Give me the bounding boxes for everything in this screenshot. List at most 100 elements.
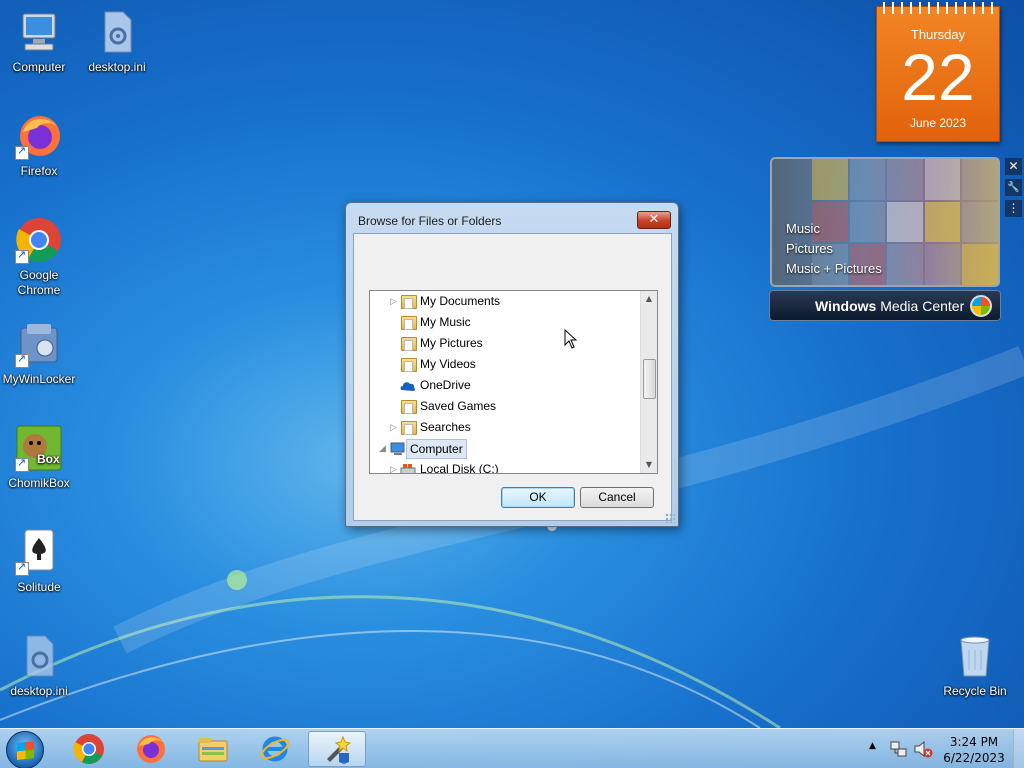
calendar-day: 22 xyxy=(901,40,975,114)
firefox-icon xyxy=(15,112,63,160)
shortcut-arrow-icon xyxy=(15,352,29,368)
folder-tree[interactable]: ▷ My Documents My Music My Pictures My V… xyxy=(369,290,658,474)
tree-item-my-music[interactable]: My Music xyxy=(370,312,640,333)
desktop-icon-label: Firefox xyxy=(20,164,58,178)
taskbar-installer-wizard-button[interactable] xyxy=(308,731,366,767)
chrome-icon xyxy=(15,216,63,264)
tree-scrollbar[interactable]: ▲ ▼ xyxy=(640,291,657,473)
media-menu-music[interactable]: Music xyxy=(786,219,882,239)
explorer-icon xyxy=(198,738,228,762)
desktop-icon-label: Computer xyxy=(12,60,66,74)
internet-explorer-icon xyxy=(260,736,290,762)
clock-date: 6/22/2023 xyxy=(943,751,1005,765)
chomikbox-icon: Box xyxy=(15,424,63,472)
calendar-rings xyxy=(883,2,993,14)
search-folder-icon xyxy=(401,421,417,435)
dialog-title: Browse for Files or Folders xyxy=(358,214,502,228)
firefox-icon xyxy=(137,735,165,763)
desktop-icon-label: Recycle Bin xyxy=(943,684,1007,698)
tree-item-local-disk-c[interactable]: ▷ Local Disk (C:) xyxy=(370,459,640,473)
tree-item-computer[interactable]: ◢ Computer xyxy=(370,438,640,459)
dialog-close-button[interactable]: ✕ xyxy=(637,211,671,229)
expand-arrow-icon[interactable]: ▷ xyxy=(390,459,400,473)
tree-item-my-pictures[interactable]: My Pictures xyxy=(370,333,640,354)
chrome-icon xyxy=(73,734,104,764)
expand-arrow-icon[interactable]: ▷ xyxy=(390,291,400,312)
folder-icon xyxy=(401,337,417,351)
tree-item-onedrive[interactable]: OneDrive xyxy=(370,375,640,396)
tree-item-saved-games[interactable]: Saved Games xyxy=(370,396,640,417)
dialog-client-area: ▷ My Documents My Music My Pictures My V… xyxy=(353,233,672,521)
shortcut-arrow-icon xyxy=(15,456,29,472)
taskbar-chrome-button[interactable] xyxy=(60,731,118,767)
drive-icon xyxy=(400,464,416,473)
media-center-gadget[interactable]: Music Pictures Music + Pictures xyxy=(770,157,1000,287)
ok-button[interactable]: OK xyxy=(501,487,575,508)
desktop-icon-label: Google Chrome xyxy=(17,268,61,297)
shortcut-arrow-icon xyxy=(15,144,29,160)
resize-grip-icon[interactable] xyxy=(665,513,675,523)
settings-file-icon xyxy=(15,632,63,680)
recycle-bin-icon xyxy=(951,632,999,680)
desktop-icon-label: desktop.ini xyxy=(88,60,146,74)
taskbar-explorer-button[interactable] xyxy=(184,731,242,767)
desktop-icon-mywinlocker[interactable]: MyWinLocker xyxy=(0,320,78,387)
desktop-icon-label: MyWinLocker xyxy=(2,372,76,386)
onedrive-icon xyxy=(400,382,416,391)
gadget-options-icon[interactable]: 🔧 xyxy=(1005,179,1022,196)
tree-item-my-documents[interactable]: ▷ My Documents xyxy=(370,291,640,312)
cancel-button[interactable]: Cancel xyxy=(580,487,654,508)
media-center-brand: Windows xyxy=(815,297,877,314)
taskbar-internet-explorer-button[interactable] xyxy=(246,731,304,767)
clock-time: 3:24 PM xyxy=(949,735,999,749)
tray-overflow-chevron[interactable]: ▲ xyxy=(869,741,876,751)
desktop-icon-google-chrome[interactable]: Google Chrome xyxy=(0,216,78,298)
folder-icon xyxy=(401,295,417,309)
show-desktop-button[interactable] xyxy=(1013,729,1024,768)
computer-icon xyxy=(390,442,405,455)
network-icon[interactable] xyxy=(890,740,908,758)
solitaire-icon xyxy=(15,528,63,576)
tray-clock[interactable]: 3:24 PM 6/22/2023 xyxy=(940,734,1008,766)
saved-games-folder-icon xyxy=(401,400,417,414)
desktop-icon-computer[interactable]: Computer xyxy=(0,8,78,75)
desktop-icon-recycle-bin[interactable]: Recycle Bin xyxy=(936,632,1014,699)
shortcut-arrow-icon xyxy=(15,560,29,576)
gadget-close-icon[interactable]: ✕ xyxy=(1005,158,1022,175)
windows-logo-icon xyxy=(970,295,992,317)
desktop-icon-chomikbox[interactable]: Box ChomikBox xyxy=(0,424,78,491)
computer-icon xyxy=(15,8,63,56)
desktop-icon-firefox[interactable]: Firefox xyxy=(0,112,78,179)
windows-logo-icon xyxy=(17,741,34,760)
media-menu-music-pictures[interactable]: Music + Pictures xyxy=(786,259,882,279)
taskbar: ▲ 3:24 PM 6/22/2023 xyxy=(0,728,1024,768)
calendar-gadget[interactable]: Thursday 22 June 2023 xyxy=(876,2,1000,142)
browse-dialog: Browse for Files or Folders ✕ ▷ My Docum… xyxy=(345,202,679,527)
media-center-launch-bar[interactable]: Windows Media Center xyxy=(769,290,1001,321)
media-menu-pictures[interactable]: Pictures xyxy=(786,239,882,259)
mywinlocker-icon xyxy=(15,320,63,368)
media-center-menu: Music Pictures Music + Pictures xyxy=(786,219,882,279)
desktop-icon-desktop-ini[interactable]: desktop.ini xyxy=(78,8,156,75)
settings-file-icon xyxy=(93,8,141,56)
desktop-icon-desktop-ini-2[interactable]: desktop.ini xyxy=(0,632,78,699)
scroll-down-arrow-icon[interactable]: ▼ xyxy=(641,457,657,473)
shortcut-arrow-icon xyxy=(15,248,29,264)
tree-item-my-videos[interactable]: My Videos xyxy=(370,354,640,375)
desktop-icon-label: ChomikBox xyxy=(8,476,70,490)
taskbar-firefox-button[interactable] xyxy=(122,731,180,767)
scroll-up-arrow-icon[interactable]: ▲ xyxy=(641,291,657,307)
start-button[interactable] xyxy=(6,731,44,768)
folder-icon xyxy=(401,358,417,372)
tree-item-searches[interactable]: ▷ Searches xyxy=(370,417,640,438)
scroll-thumb[interactable] xyxy=(643,359,656,399)
expand-arrow-icon[interactable]: ▷ xyxy=(390,417,400,438)
mouse-cursor-icon xyxy=(564,329,578,349)
desktop-icon-solitude[interactable]: Solitude xyxy=(0,528,78,595)
installer-wizard-icon xyxy=(327,735,352,764)
calendar-month-year: June 2023 xyxy=(909,116,967,130)
volume-muted-icon[interactable] xyxy=(913,740,933,758)
chomikbox-badge: Box xyxy=(37,452,60,466)
collapse-arrow-icon[interactable]: ◢ xyxy=(379,438,389,459)
gadget-drag-icon[interactable]: ⋮ xyxy=(1005,200,1022,217)
